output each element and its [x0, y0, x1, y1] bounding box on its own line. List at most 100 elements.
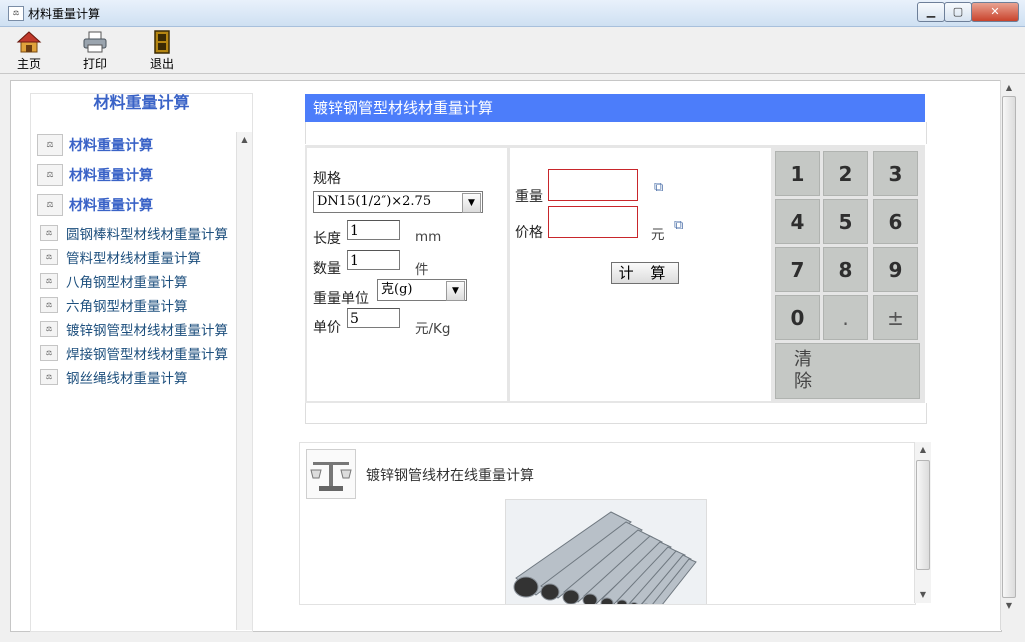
- sidebar-title: 材料重量计算: [93, 93, 190, 112]
- key-decimal[interactable]: .: [823, 295, 868, 340]
- main-scrollbar[interactable]: ▲ ▼: [1000, 80, 1017, 630]
- chevron-down-icon[interactable]: ▼: [462, 193, 481, 213]
- sidebar-item-material-weight-3[interactable]: ⚖ 材料重量计算: [37, 194, 153, 216]
- key-plus-minus[interactable]: ±: [873, 295, 918, 340]
- house-icon: [16, 31, 42, 53]
- printer-icon: [83, 31, 107, 53]
- sidebar-item-round-bar[interactable]: ⚖ 圆钢棒料型材线材重量计算: [37, 222, 228, 244]
- spec-value: DN15(1/2″)×2.75: [317, 194, 432, 209]
- price-result-field[interactable]: [548, 206, 638, 238]
- key-2[interactable]: 2: [823, 151, 868, 196]
- key-5[interactable]: 5: [823, 199, 868, 244]
- scale-icon: ⚖: [40, 345, 58, 361]
- weight-unit-select[interactable]: 克(g) ▼: [377, 279, 467, 301]
- key-clear[interactable]: 清除: [775, 343, 920, 399]
- scrollbar-thumb[interactable]: [916, 460, 930, 570]
- unit-price-unit: 元/Kg: [415, 321, 451, 337]
- sidebar-item-octagon-steel[interactable]: ⚖ 八角钢型材重量计算: [37, 270, 188, 292]
- sidebar-item-label: 六角钢型材重量计算: [66, 299, 188, 315]
- sidebar-item-label: 圆钢棒料型材线材重量计算: [66, 227, 228, 243]
- sidebar-scrollbar[interactable]: ▲: [236, 132, 252, 630]
- sidebar-item-wire-rope[interactable]: ⚖ 钢丝绳线材重量计算: [37, 366, 188, 388]
- scroll-up-icon[interactable]: ▲: [915, 442, 931, 458]
- scroll-down-icon[interactable]: ▼: [1001, 598, 1017, 614]
- scrollbar-thumb[interactable]: [1002, 96, 1016, 598]
- unit-price-label: 单价: [313, 320, 341, 336]
- weight-unit-value: 克(g): [381, 282, 413, 297]
- scale-icon: ⚖: [40, 369, 58, 385]
- title-bar: ⚖ 材料重量计算 ▁ ▢ ✕: [0, 0, 1025, 27]
- copy-icon[interactable]: ⧉: [674, 218, 688, 233]
- info-panel: 镀锌钢管线材在线重量计算: [299, 442, 916, 605]
- scroll-down-icon[interactable]: ▼: [915, 587, 931, 603]
- sidebar-item-label: 八角钢型材重量计算: [66, 275, 188, 291]
- quantity-unit: 件: [415, 262, 429, 278]
- scroll-up-icon[interactable]: ▲: [237, 132, 252, 148]
- maximize-icon[interactable]: ▢: [944, 2, 972, 22]
- home-label: 主页: [16, 57, 41, 71]
- scale-icon: ⚖: [8, 6, 24, 21]
- weight-unit-label: 重量单位: [313, 291, 369, 307]
- sidebar-item-label: 焊接钢管型材线材重量计算: [66, 347, 228, 363]
- sidebar-item-label: 镀锌钢管型材线材重量计算: [66, 323, 228, 339]
- window-title: 材料重量计算: [28, 7, 101, 21]
- print-label: 打印: [82, 57, 107, 71]
- exit-button[interactable]: 退出: [137, 30, 187, 72]
- sidebar-item-label: 材料重量计算: [69, 138, 153, 154]
- calculator-header: 镀锌钢管型材线材重量计算: [305, 94, 925, 122]
- length-unit: mm: [415, 229, 442, 245]
- sidebar-item-material-weight-1[interactable]: ⚖ 材料重量计算: [37, 134, 153, 156]
- minimize-icon[interactable]: ▁: [917, 2, 945, 22]
- scale-icon: ⚖: [40, 249, 58, 265]
- price-result-label: 价格: [515, 225, 543, 241]
- key-0[interactable]: 0: [775, 295, 820, 340]
- home-button[interactable]: 主页: [4, 30, 54, 72]
- sidebar-item-label: 钢丝绳线材重量计算: [66, 371, 188, 387]
- scale-icon: ⚖: [40, 297, 58, 313]
- print-button[interactable]: 打印: [70, 30, 120, 72]
- key-8[interactable]: 8: [823, 247, 868, 292]
- length-label: 长度: [313, 231, 341, 247]
- quantity-label: 数量: [313, 261, 341, 277]
- weight-result-field[interactable]: [548, 169, 638, 201]
- scale-icon: ⚖: [37, 134, 63, 156]
- sidebar-item-label: 材料重量计算: [69, 198, 153, 214]
- key-6[interactable]: 6: [873, 199, 918, 244]
- key-9[interactable]: 9: [873, 247, 918, 292]
- calculator-strip: [305, 122, 927, 144]
- quantity-input[interactable]: 1: [347, 250, 400, 270]
- chevron-down-icon[interactable]: ▼: [446, 281, 465, 301]
- sidebar-item-pipe[interactable]: ⚖ 管料型材线材重量计算: [37, 246, 201, 268]
- weight-result-label: 重量: [515, 189, 543, 205]
- close-icon[interactable]: ✕: [971, 2, 1019, 22]
- length-input[interactable]: 1: [347, 220, 400, 240]
- sidebar-item-hexagon-steel[interactable]: ⚖ 六角钢型材重量计算: [37, 294, 188, 316]
- scale-icon: [306, 449, 356, 499]
- calculator-footer: [305, 403, 927, 424]
- spec-select[interactable]: DN15(1/2″)×2.75 ▼: [313, 191, 483, 213]
- sidebar-item-galvanized-pipe[interactable]: ⚖ 镀锌钢管型材线材重量计算: [37, 318, 228, 340]
- key-3[interactable]: 3: [873, 151, 918, 196]
- price-unit: 元: [651, 227, 665, 243]
- steel-pipes-image: [505, 499, 707, 604]
- scale-icon: ⚖: [37, 164, 63, 186]
- sidebar: 材料重量计算 ⚖ 材料重量计算 ⚖ 材料重量计算 ⚖ 材料重量计算 ⚖ 圆钢棒料…: [30, 93, 253, 632]
- scale-icon: ⚖: [40, 321, 58, 337]
- scale-icon: ⚖: [37, 194, 63, 216]
- spec-label: 规格: [313, 171, 341, 187]
- sidebar-item-label: 管料型材线材重量计算: [66, 251, 201, 267]
- key-7[interactable]: 7: [775, 247, 820, 292]
- calculate-button[interactable]: 计 算: [611, 262, 679, 284]
- scroll-up-icon[interactable]: ▲: [1001, 80, 1017, 96]
- copy-icon[interactable]: ⧉: [654, 180, 668, 195]
- info-scrollbar[interactable]: ▲ ▼: [914, 442, 931, 603]
- sidebar-item-label: 材料重量计算: [69, 168, 153, 184]
- door-icon: [154, 30, 170, 54]
- key-4[interactable]: 4: [775, 199, 820, 244]
- clear-label: 清除: [794, 349, 812, 392]
- key-1[interactable]: 1: [775, 151, 820, 196]
- info-title: 镀锌钢管线材在线重量计算: [366, 468, 534, 484]
- sidebar-item-welded-pipe[interactable]: ⚖ 焊接钢管型材线材重量计算: [37, 342, 228, 364]
- sidebar-item-material-weight-2[interactable]: ⚖ 材料重量计算: [37, 164, 153, 186]
- unit-price-input[interactable]: 5: [347, 308, 400, 328]
